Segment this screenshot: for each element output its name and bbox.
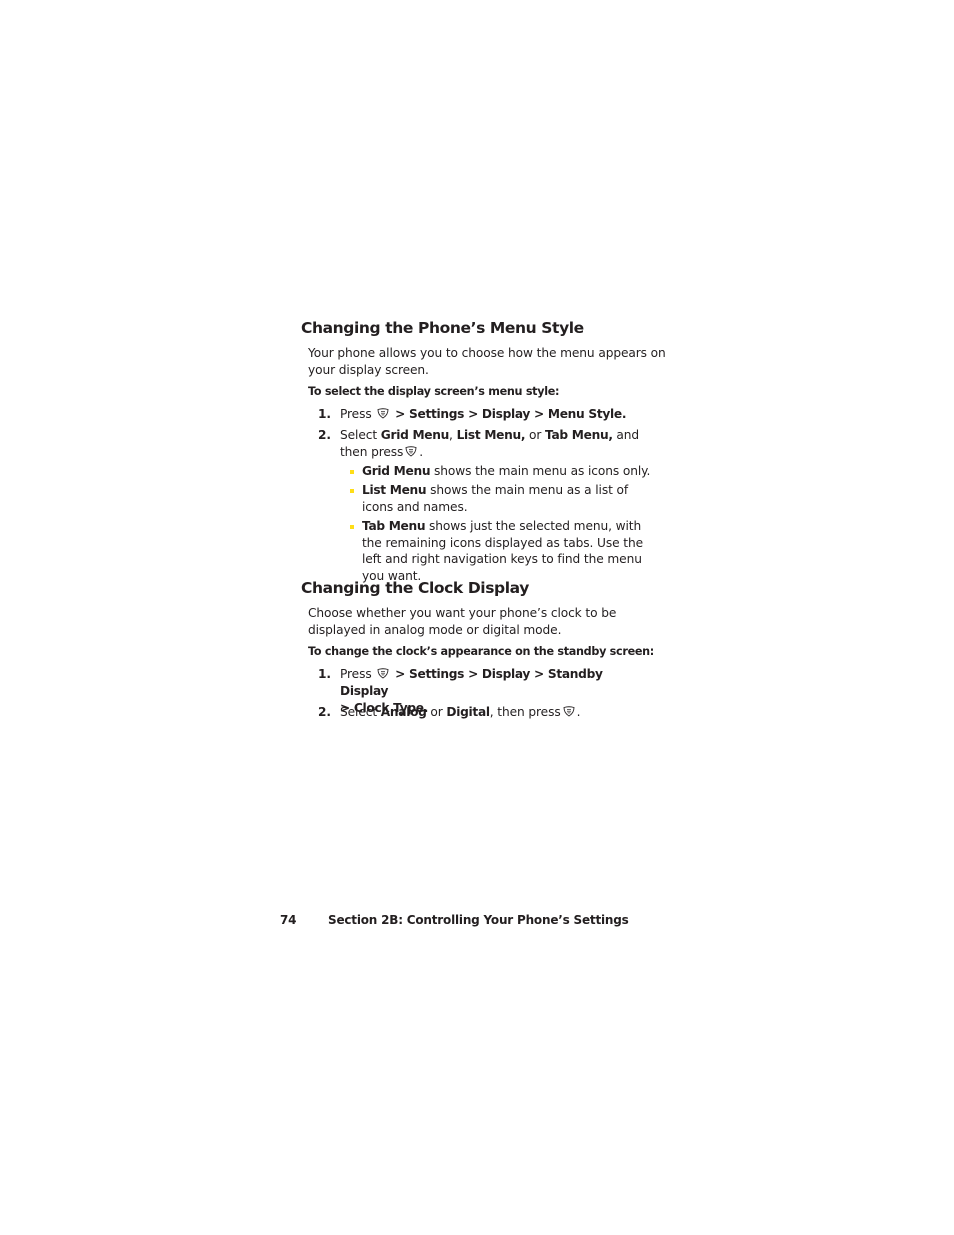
clock-display-intro: Choose whether you want your phone’s clo… [308,606,617,637]
bullet-term: Grid Menu [362,464,431,478]
option-list-menu: List Menu, [456,428,526,442]
footer-section-title: Section 2B: Controlling Your Phone’s Set… [328,913,629,927]
bullet-term: Tab Menu [362,519,426,533]
step-text: . [419,445,424,459]
option-digital: Digital [446,705,490,719]
step-number: 2. [318,428,331,442]
menu-path: > Settings > Display > Menu Style. [395,407,627,421]
menu-style-step-1: 1. Press > Settings > Display > Menu Sty… [318,406,670,423]
manual-page: Changing the Phone’s Menu Style Your pho… [0,0,954,1235]
option-analog: Analog [380,705,427,719]
step-text: or [525,428,546,442]
clock-display-lead: To change the clock’s appearance on the … [308,645,654,658]
clock-display-step-2: 2. Select Analog or Digital, then press. [318,704,640,721]
section-heading-menu-style: Changing the Phone’s Menu Style [301,319,584,337]
step-number: 1. [318,407,331,421]
bullet-grid-menu: Grid Menu shows the main menu as icons o… [350,463,662,480]
step-text: , then press [489,705,561,719]
menu-ok-key-icon [377,408,389,419]
menu-ok-key-icon [405,446,417,457]
bullet-square-icon [350,470,354,474]
menu-style-intro: Your phone allows you to choose how the … [308,346,666,377]
bullet-term: List Menu [362,483,427,497]
step-text: . [576,705,581,719]
option-grid-menu: Grid Menu [380,428,450,442]
step-text: , [449,428,457,442]
menu-style-lead: To select the display screen’s menu styl… [308,385,560,398]
step-text: Press [340,667,372,681]
menu-ok-key-icon [377,668,389,679]
step-text: or [426,705,447,719]
step-text: Select [340,705,381,719]
page-number: 74 [280,913,297,927]
bullet-tab-menu: Tab Menu shows just the selected menu, w… [350,518,657,584]
option-tab-menu: Tab Menu, [545,428,613,442]
step-text: Select [340,428,381,442]
step-text: Press [340,407,372,421]
menu-ok-key-icon [563,706,575,717]
bullet-square-icon [350,525,354,529]
menu-style-step-2: 2. Select Grid Menu, List Menu, or Tab M… [318,427,640,461]
section-heading-clock-display: Changing the Clock Display [301,579,529,597]
bullet-square-icon [350,489,354,493]
step-number: 2. [318,705,331,719]
bullet-list-menu: List Menu shows the main menu as a list … [350,482,647,515]
bullet-text: shows the main menu as icons only. [430,464,651,478]
step-number: 1. [318,667,331,681]
